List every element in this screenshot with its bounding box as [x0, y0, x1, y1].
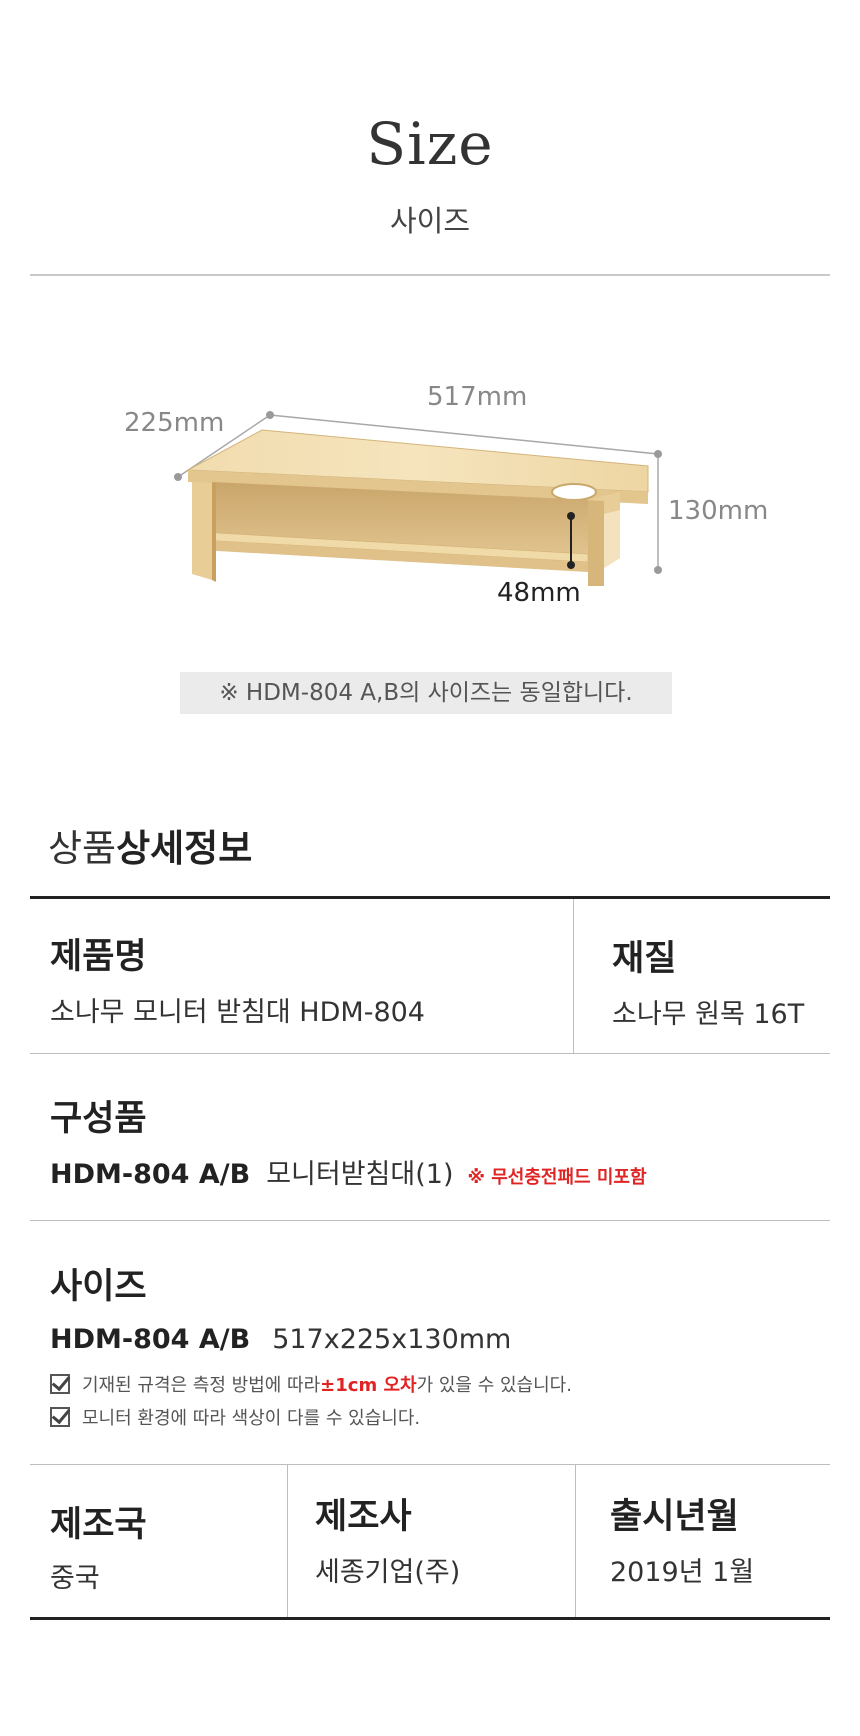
height-dimension-label: 130mm [668, 496, 769, 526]
country-label: 제조국 [50, 1505, 147, 1545]
table-divider-vertical [573, 899, 574, 1053]
table-bottom-border [30, 1617, 830, 1620]
depth-dimension-label: 225mm [124, 408, 225, 438]
material-label: 재질 [612, 939, 677, 979]
size-label: 사이즈 [50, 1267, 147, 1307]
notice-tolerance-after: 가 있을 수 있습니다. [416, 1375, 572, 1396]
notice-tolerance: 기재된 규격은 측정 방법에 따라 ±1cm 오차 가 있을 수 있습니다. [50, 1371, 572, 1397]
table-row-divider [30, 1464, 830, 1465]
size-model: HDM-804 A/B [50, 1324, 251, 1355]
table-divider-vertical [575, 1465, 576, 1617]
components-row: HDM-804 A/B 모니터받침대(1) ※ 무선충전패드 미포함 [50, 1152, 647, 1191]
table-top-border [30, 896, 830, 899]
maker-label: 제조사 [315, 1497, 412, 1537]
notice-color: 모니터 환경에 따라 색상이 다를 수 있습니다. [50, 1404, 420, 1430]
notice-tolerance-highlight: ±1cm 오차 [320, 1375, 417, 1396]
components-label: 구성품 [50, 1099, 147, 1139]
components-note: ※ 무선충전패드 미포함 [467, 1167, 647, 1188]
size-value: 517x225x130mm [272, 1324, 512, 1355]
product-detail-title-bold: 상세정보 [116, 827, 253, 870]
size-title-ko: 사이즈 [389, 204, 471, 238]
notice-color-text: 모니터 환경에 따라 색상이 다를 수 있습니다. [82, 1408, 421, 1429]
product-detail-title: 상품상세정보 [48, 818, 252, 872]
components-model: HDM-804 A/B [50, 1159, 251, 1190]
header-divider [30, 274, 830, 276]
product-name-value: 소나무 모니터 받침대 HDM-804 [50, 997, 425, 1028]
table-row-divider [30, 1220, 830, 1221]
product-detail-title-light: 상품 [48, 827, 117, 870]
country-value: 중국 [50, 1563, 100, 1594]
inner-height-label: 48mm [497, 578, 581, 608]
checkbox-icon [50, 1407, 70, 1427]
size-title-en: Size [366, 110, 494, 178]
size-note: ※ HDM-804 A,B의 사이즈는 동일합니다. [180, 672, 672, 714]
components-value: 모니터받침대(1) [266, 1159, 454, 1190]
width-dimension-label: 517mm [427, 382, 528, 412]
size-row: HDM-804 A/B 517x225x130mm [50, 1324, 511, 1355]
product-dimension-diagram: 517mm 225mm 130mm 48mm [0, 360, 860, 660]
release-label: 출시년월 [610, 1497, 739, 1537]
material-value: 소나무 원목 16T [612, 999, 805, 1030]
release-value: 2019년 1월 [610, 1557, 755, 1588]
maker-value: 세종기업(주) [315, 1557, 461, 1588]
product-name-label: 제품명 [50, 937, 147, 977]
checkbox-icon [50, 1374, 70, 1394]
table-divider-vertical [287, 1465, 288, 1617]
table-row-divider [30, 1053, 830, 1054]
notice-tolerance-before: 기재된 규격은 측정 방법에 따라 [82, 1375, 321, 1396]
